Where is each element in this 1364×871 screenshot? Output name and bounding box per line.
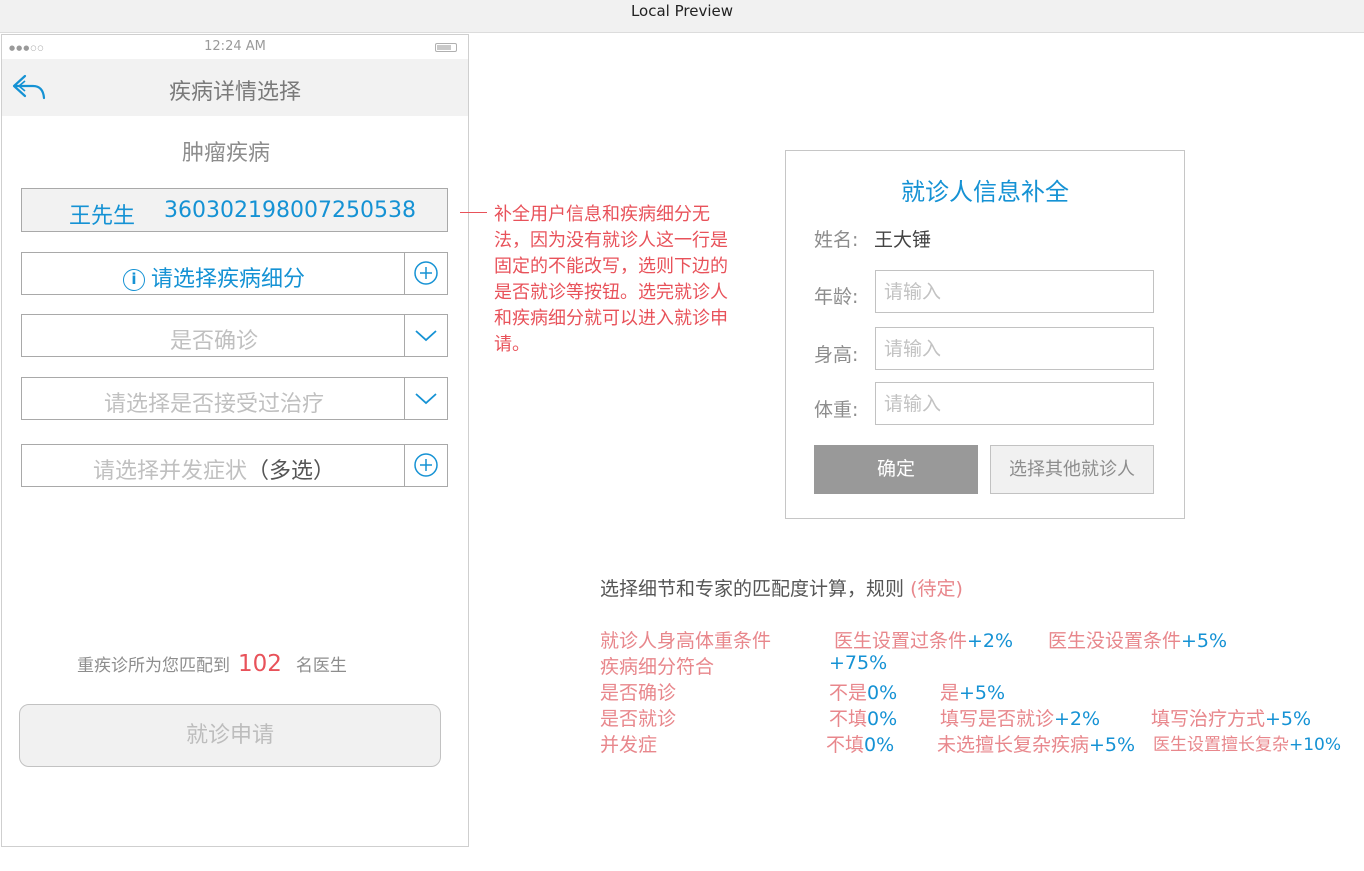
rule-label: 并发症 (600, 734, 658, 756)
rule-label: 是否就诊 (600, 708, 677, 730)
complication-multi-hint: （多选） (247, 459, 336, 484)
patient-id-number: 360302198007250538 (164, 198, 416, 223)
add-complication-button[interactable] (404, 445, 447, 486)
patient-name: 王先生 (69, 204, 136, 229)
weight-input[interactable] (875, 382, 1154, 425)
battery-icon (435, 43, 457, 52)
name-label: 姓名: (814, 229, 859, 251)
diagnosed-dropdown-toggle[interactable] (404, 315, 447, 356)
section-title: 肿瘤疾病 (181, 141, 270, 166)
status-bar: ●●●○○ 12:24 AM (2, 35, 468, 59)
complication-selector[interactable]: 请选择并发症状（多选） (21, 444, 448, 487)
rule-condition: 不填0% (829, 708, 898, 730)
disease-detail-selector[interactable]: i 请选择疾病细分 (21, 252, 448, 295)
rule-label: 就诊人身高体重条件 (600, 630, 772, 652)
disease-detail-label: 请选择疾病细分 (150, 267, 305, 292)
phone-frame: ●●●○○ 12:24 AM 疾病详情选择 肿瘤疾病 王先生 360302198… (1, 34, 469, 847)
chevron-down-icon (415, 330, 437, 342)
rules-title-text: 选择细节和专家的匹配度计算，规则 (600, 578, 905, 600)
rule-label: 疾病细分符合 (600, 656, 715, 678)
status-time: 12:24 AM (204, 39, 266, 54)
window-title: Local Preview (630, 2, 734, 20)
complication-placeholder: 请选择并发症状 (92, 459, 247, 484)
match-count: 102 (238, 651, 282, 677)
rule-condition: 未选擅长复杂疾病+5% (937, 734, 1136, 756)
select-other-patient-button[interactable]: 选择其他就诊人 (990, 445, 1154, 494)
nav-bar: 疾病详情选择 (2, 59, 468, 116)
window-title-bar: Local Preview (0, 0, 1364, 33)
weight-label: 体重: (814, 399, 859, 421)
patient-info-dialog: 就诊人信息补全 姓名: 王大锤 年龄: 身高: 体重: 确定 选择其他就诊人 (785, 150, 1185, 519)
add-disease-detail-button[interactable] (404, 253, 447, 294)
age-label: 年龄: (814, 286, 859, 308)
doctor-match-info: 重疾诊所为您匹配到 102 名医生 (77, 651, 347, 677)
plus-circle-icon (414, 453, 438, 477)
rule-label: 是否确诊 (600, 682, 677, 704)
page-title: 疾病详情选择 (168, 80, 301, 105)
rule-condition: 填写治疗方式+5% (1151, 708, 1312, 730)
rules-title-note: (待定) (910, 578, 963, 600)
annotation-pointer (460, 212, 487, 213)
height-label: 身高: (814, 344, 859, 366)
dialog-title: 就诊人信息补全 (901, 178, 1069, 206)
rule-condition: 不填0% (826, 734, 895, 756)
rules-title: 选择细节和专家的匹配度计算，规则 (待定) (600, 574, 963, 601)
rule-condition: 填写是否就诊+2% (940, 708, 1101, 730)
annotation-note: 补全用户信息和疾病细分无法，因为没有就诊人这一行是固定的不能改写，选则下边的是否… (494, 204, 728, 355)
chevron-down-icon (415, 393, 437, 405)
confirm-button[interactable]: 确定 (814, 445, 978, 494)
match-prefix: 重疾诊所为您匹配到 (77, 656, 230, 676)
diagnosed-placeholder: 是否确诊 (169, 329, 258, 354)
height-input[interactable] (875, 327, 1154, 370)
rule-condition: 不是0% (829, 682, 898, 704)
name-value: 王大锤 (874, 229, 932, 251)
info-icon: i (122, 269, 145, 291)
rule-condition: 是+5% (940, 682, 1006, 704)
match-suffix: 名医生 (295, 656, 347, 676)
diagnosed-dropdown[interactable]: 是否确诊 (21, 314, 448, 357)
patient-info-row: 王先生 360302198007250538 (21, 188, 448, 232)
rule-condition: 医生没设置条件+5% (1048, 630, 1228, 652)
rule-condition: 医生设置过条件+2% (834, 630, 1014, 652)
age-input[interactable] (875, 270, 1154, 313)
plus-circle-icon (414, 261, 438, 285)
rule-condition: 医生设置擅长复杂+10% (1153, 735, 1342, 755)
rule-condition: +75% (829, 652, 888, 674)
treatment-placeholder: 请选择是否接受过治疗 (103, 392, 324, 417)
treatment-dropdown-toggle[interactable] (404, 378, 447, 419)
apply-consultation-button[interactable]: 就诊申请 (19, 704, 441, 767)
treatment-dropdown[interactable]: 请选择是否接受过治疗 (21, 377, 448, 420)
